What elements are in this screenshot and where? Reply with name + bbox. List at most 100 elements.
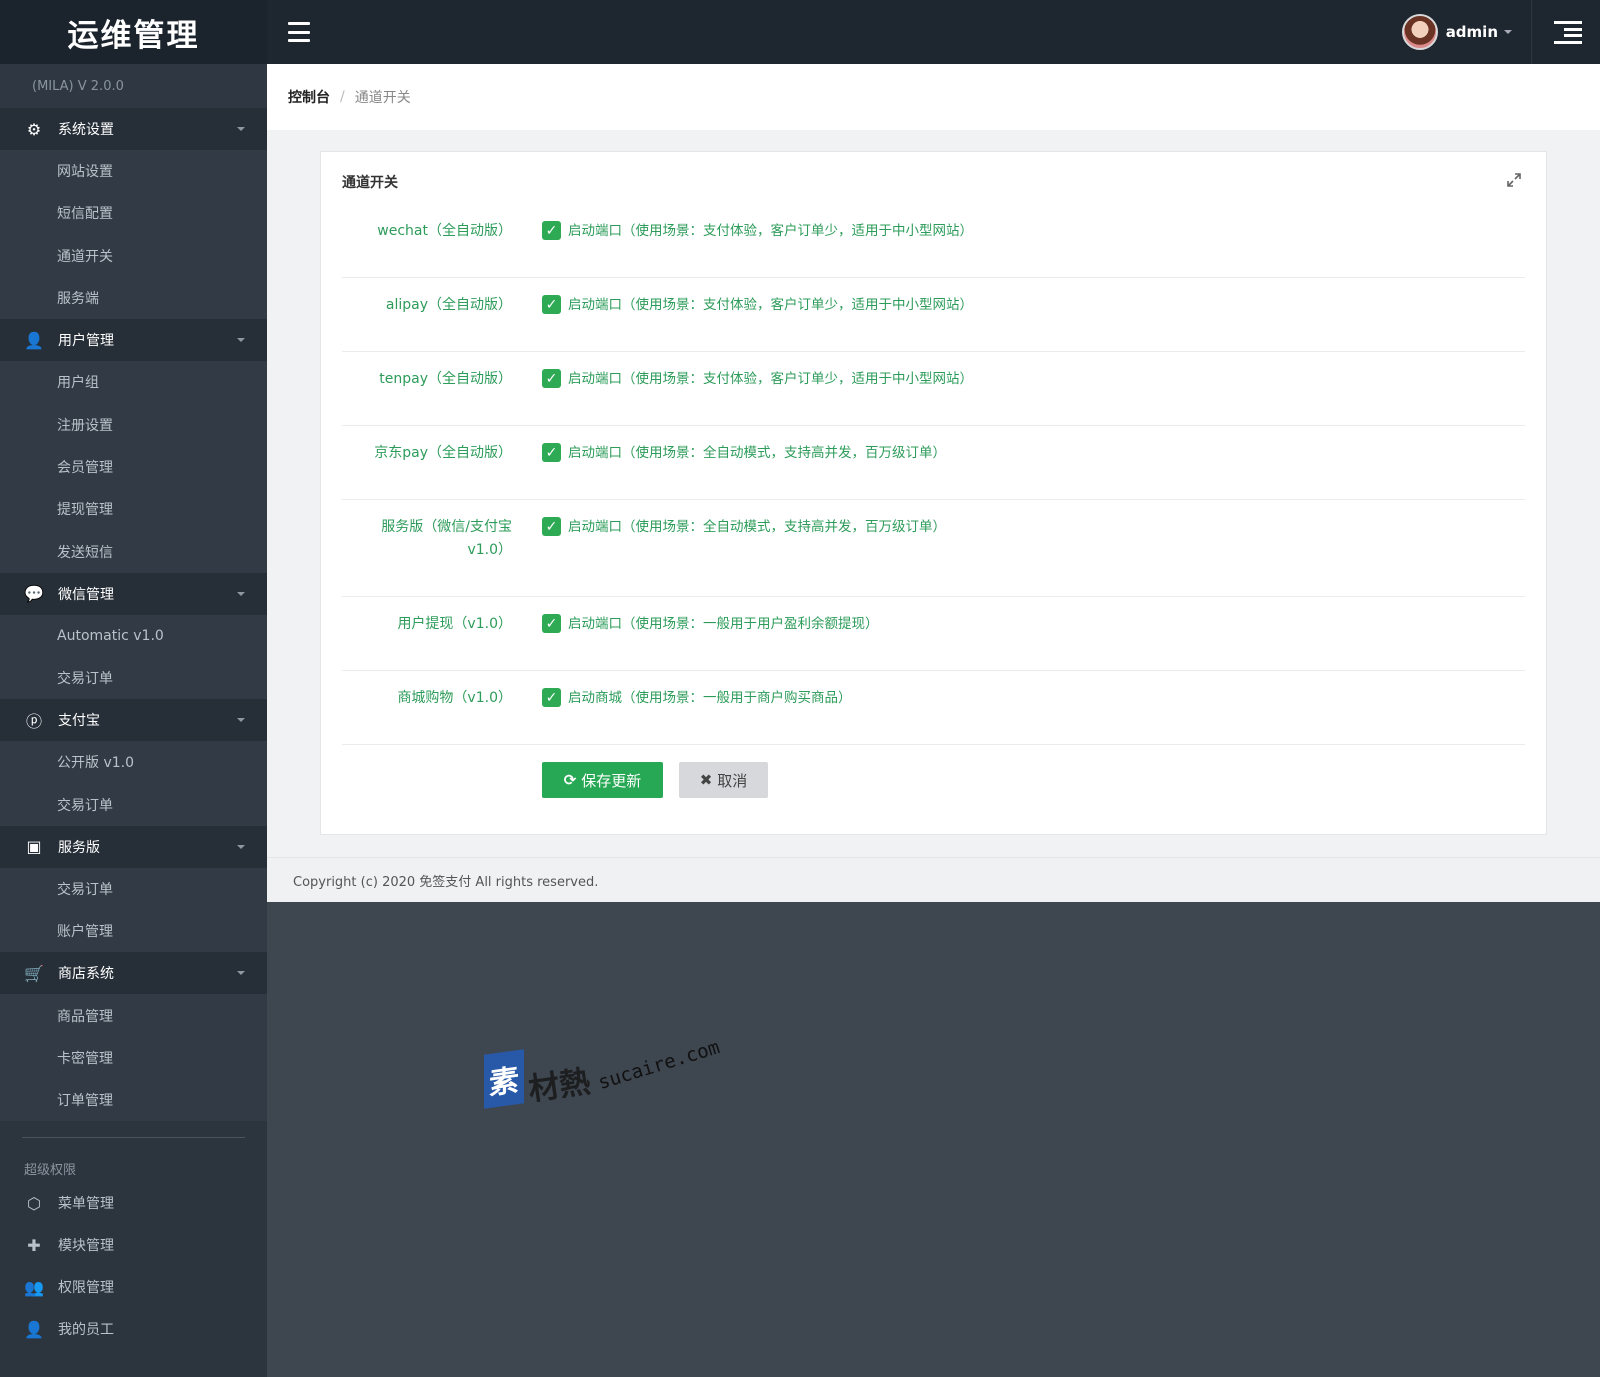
channel-row: 用户提现（v1.0） ✓ 启动端口（使用场景：一般用于用户盈利余额提现） — [342, 597, 1525, 671]
breadcrumb-current: 通道开关 — [354, 90, 411, 106]
channel-checkbox[interactable]: ✓ — [542, 221, 561, 240]
channel-row: 服务版（微信/支付宝 v1.0） ✓ 启动端口（使用场景：全自动模式，支持高并发，百… — [342, 500, 1525, 597]
sidebar-item[interactable]: 商品管理 — [0, 994, 267, 1037]
sidebar-item-label: 模块管理 — [58, 1238, 114, 1255]
sidebar-group-2[interactable]: 💬 微信管理 — [0, 572, 267, 615]
divider — [22, 1137, 245, 1139]
channel-checkbox[interactable]: ✓ — [542, 688, 561, 707]
channel-label: 用户提现（v1.0） — [397, 616, 512, 632]
sidebar-group-3[interactable]: ⓟ 支付宝 — [0, 699, 267, 742]
watermark-url: sucaire.com — [595, 1036, 723, 1094]
copyright-text: Copyright (c) 2020 免签支付 All rights reser… — [293, 874, 599, 890]
watermark: 素 材熱 sucaire.com — [484, 1036, 734, 1118]
channel-label: wechat（全自动版） — [377, 223, 512, 239]
breadcrumb-separator: / — [340, 89, 345, 105]
sidebar-item[interactable]: Automatic v1.0 — [0, 614, 267, 657]
sidebar-group-5[interactable]: 🛒 商店系统 — [0, 952, 267, 995]
channel-description: 启动商城（使用场景：一般用于商户购买商品） — [568, 690, 852, 706]
sidebar-item[interactable]: 发送短信 — [0, 530, 267, 573]
sidebar-group-label: 用户管理 — [58, 333, 114, 350]
menu-toggle-icon[interactable] — [286, 19, 312, 45]
cancel-button[interactable]: ✖ 取消 — [679, 762, 768, 798]
sidebar-section-label: 超级权限 — [24, 1162, 77, 1178]
sidebar-item[interactable]: 通道开关 — [0, 234, 267, 277]
sidebar-item-label: 权限管理 — [58, 1280, 114, 1297]
channel-label: 服务版（微信/支付宝 v1.0） — [381, 519, 512, 558]
channel-description: 启动端口（使用场景：支付体验，客户订单少，适用于中小型网站） — [568, 371, 973, 387]
channel-label: tenpay（全自动版） — [379, 371, 512, 387]
caret-down-icon — [237, 718, 245, 723]
channel-checkbox[interactable]: ✓ — [542, 517, 561, 536]
super-menu: ⬡ 菜单管理 ✚ 模块管理 👥 权限管理 👤 我的员工 — [0, 1182, 267, 1350]
channel-description: 启动端口（使用场景：一般用于用户盈利余额提现） — [568, 616, 879, 632]
sidebar-item[interactable]: 提现管理 — [0, 488, 267, 531]
sidebar-item[interactable]: 注册设置 — [0, 403, 267, 446]
sidebar-group-label: 服务版 — [58, 839, 100, 856]
sidebar-item[interactable]: 公开版 v1.0 — [0, 741, 267, 784]
channel-checkbox[interactable]: ✓ — [542, 614, 561, 633]
user-menu[interactable]: admin — [1401, 12, 1512, 52]
sidebar-item[interactable]: 服务端 — [0, 276, 267, 320]
sidebar-group-0[interactable]: ⚙ 系统设置 — [0, 108, 267, 150]
wechat-icon: 💬 — [24, 584, 44, 604]
sidebar-item[interactable]: 交易订单 — [0, 783, 267, 826]
app-logo[interactable]: 运维管理 — [0, 0, 267, 64]
channel-row: 商城购物（v1.0） ✓ 启动商城（使用场景：一般用于商户购买商品） — [342, 671, 1525, 745]
sidebar-item[interactable]: 短信配置 — [0, 192, 267, 235]
caret-down-icon — [237, 127, 245, 131]
channel-description: 启动端口（使用场景：支付体验，客户订单少，适用于中小型网站） — [568, 223, 973, 239]
sidebar-item[interactable]: 会员管理 — [0, 445, 267, 489]
sidebar-item-super[interactable]: ⬡ 菜单管理 — [0, 1182, 267, 1224]
channel-label: alipay（全自动版） — [385, 297, 512, 313]
pinterest-icon: ⓟ — [25, 712, 42, 732]
channel-row: 京东pay（全自动版） ✓ 启动端口（使用场景：全自动模式，支持高并发，百万级订单） — [342, 426, 1525, 500]
divider — [1531, 0, 1532, 64]
sidebar-item-super[interactable]: 👤 我的员工 — [0, 1308, 267, 1350]
username[interactable]: admin — [1446, 23, 1498, 41]
save-button[interactable]: ⟳ 保存更新 — [542, 762, 663, 798]
sidebar-item[interactable]: 订单管理 — [0, 1079, 267, 1122]
footer: Copyright (c) 2020 免签支付 All rights reser… — [267, 857, 1600, 902]
sidebar-item-label: 我的员工 — [58, 1322, 114, 1339]
refresh-icon: ⟳ — [563, 771, 577, 789]
right-panel-toggle-icon[interactable] — [1554, 20, 1582, 44]
avatar[interactable] — [1401, 14, 1438, 50]
channel-label: 商城购物（v1.0） — [397, 690, 512, 706]
channel-checkbox[interactable]: ✓ — [542, 369, 561, 388]
channel-row: alipay（全自动版） ✓ 启动端口（使用场景：支付体验，客户订单少，适用于中小型… — [342, 278, 1525, 352]
caret-down-icon — [237, 971, 245, 976]
cancel-label: 取消 — [717, 771, 748, 790]
channel-switch-panel: 通道开关 wechat（全自动版） ✓ 启动端口（使用场景：支付体验，客户订单少，适… — [320, 151, 1547, 835]
version-label: (MILA) V 2.0.0 — [0, 64, 267, 108]
channel-checkbox[interactable]: ✓ — [542, 295, 561, 314]
sidebar-item[interactable]: 卡密管理 — [0, 1036, 267, 1080]
sidebar-item[interactable]: 用户组 — [0, 361, 267, 404]
sidebar-group-label: 微信管理 — [58, 586, 114, 603]
channel-description: 启动端口（使用场景：支付体验，客户订单少，适用于中小型网站） — [568, 297, 973, 313]
breadcrumb-home[interactable]: 控制台 — [288, 87, 330, 107]
channel-description: 启动端口（使用场景：全自动模式，支持高并发，百万级订单） — [568, 445, 946, 461]
sidebar-group-1[interactable]: 👤 用户管理 — [0, 319, 267, 362]
server-icon: ▣ — [26, 837, 42, 857]
sidebar: (MILA) V 2.0.0 ⚙ 系统设置 网站设置 短信配置 通道开关 服务端 👤 用户管理… — [0, 64, 267, 1377]
panel-title: 通道开关 — [342, 175, 398, 191]
sidebar-item-super[interactable]: 👥 权限管理 — [0, 1266, 267, 1308]
sidebar-item-super[interactable]: ✚ 模块管理 — [0, 1224, 267, 1266]
channel-label: 京东pay（全自动版） — [374, 445, 512, 461]
close-icon: ✖ — [699, 771, 713, 789]
expand-icon[interactable] — [1506, 172, 1522, 188]
sidebar-item-label: 菜单管理 — [58, 1196, 114, 1213]
users-icon: 👥 — [24, 1277, 44, 1297]
channel-row: wechat（全自动版） ✓ 启动端口（使用场景：支付体验，客户订单少，适用于中小型… — [342, 204, 1525, 278]
sidebar-item[interactable]: 账户管理 — [0, 910, 267, 953]
puzzle-icon: ✚ — [27, 1235, 41, 1255]
channel-checkbox[interactable]: ✓ — [542, 443, 561, 462]
chevron-down-icon — [1504, 30, 1512, 34]
user-icon: 👤 — [24, 330, 44, 350]
gear-icon: ⚙ — [26, 119, 42, 139]
sidebar-group-4[interactable]: ▣ 服务版 — [0, 825, 267, 868]
cart-icon: 🛒 — [24, 963, 44, 983]
sidebar-item[interactable]: 交易订单 — [0, 656, 267, 700]
sidebar-item[interactable]: 交易订单 — [0, 867, 267, 911]
sidebar-item[interactable]: 网站设置 — [0, 150, 267, 193]
